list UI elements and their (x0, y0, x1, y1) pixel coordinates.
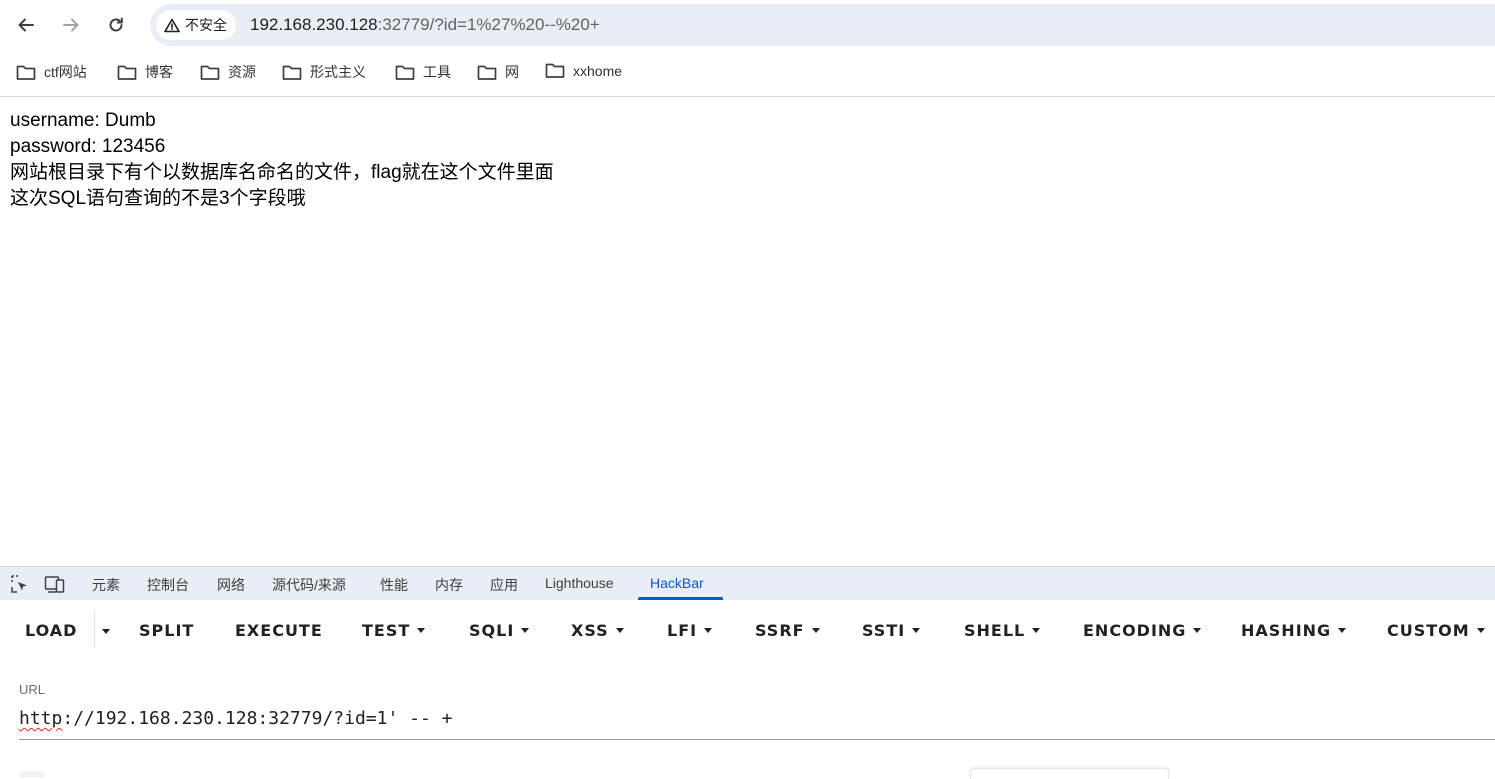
popup-edge (970, 768, 1169, 779)
back-button[interactable] (10, 9, 42, 41)
shell-label: SHELL (964, 621, 1026, 640)
url-field-label: URL (19, 682, 46, 697)
chevron-down-icon (521, 628, 530, 633)
url-host: 192.168.230.128 (250, 15, 378, 34)
page-content: username: Dumb password: 123456 网站根目录下有个… (10, 108, 554, 212)
inspect-element-icon[interactable] (10, 574, 30, 594)
tab-lighthouse[interactable]: Lighthouse (545, 575, 614, 591)
url-scheme: http (19, 708, 63, 729)
security-chip[interactable]: 不安全 (156, 10, 236, 40)
hackbar-menu: LOAD SPLIT EXECUTE TEST SQLI XSS LFI SSR… (0, 600, 1495, 660)
encoding-label: ENCODING (1083, 621, 1187, 640)
tab-memory[interactable]: 内存 (435, 575, 463, 595)
chevron-down-icon (1476, 628, 1485, 633)
test-menu[interactable]: TEST (362, 621, 426, 640)
bookmark-blog[interactable]: 博客 (117, 62, 173, 82)
chevron-down-icon (811, 628, 820, 633)
chevron-down-icon (1193, 628, 1202, 633)
bookmark-label: ctf网站 (44, 64, 87, 80)
xss-label: XSS (571, 621, 609, 640)
bookmark-formalism[interactable]: 形式主义 (282, 62, 366, 82)
bookmark-label: 工具 (423, 64, 451, 80)
url-path: :32779/?id=1%27%20--%20+ (377, 15, 600, 34)
custom-menu[interactable]: CUSTOM (1387, 621, 1485, 640)
chevron-down-icon (1338, 628, 1347, 633)
bookmark-xxhome[interactable]: xxhome (545, 62, 622, 79)
split-button[interactable]: SPLIT (139, 621, 194, 640)
split-label: SPLIT (139, 621, 195, 640)
bookmarks-bar: ctf网站 博客 资源 形式主义 工具 网 xxhome (0, 50, 1495, 97)
ssti-label: SSTI (862, 621, 906, 640)
tab-application[interactable]: 应用 (490, 575, 518, 595)
folder-icon (117, 65, 137, 80)
url-input[interactable]: http://192.168.230.128:32779/?id=1' -- + (19, 708, 1495, 740)
bookmark-ctf[interactable]: ctf网站 (16, 62, 87, 82)
security-label: 不安全 (185, 17, 227, 33)
bookmark-label: 资源 (228, 64, 256, 80)
browser-toolbar: 不安全 192.168.230.128:32779/?id=1%27%20--%… (0, 0, 1495, 50)
bookmark-net[interactable]: 网 (477, 62, 519, 82)
folder-icon (477, 65, 497, 80)
panel-edge (20, 771, 44, 777)
warning-icon (164, 18, 180, 32)
folder-icon (282, 65, 302, 80)
ssti-menu[interactable]: SSTI (862, 621, 921, 640)
ssrf-label: SSRF (755, 621, 805, 640)
address-bar[interactable]: 不安全 192.168.230.128:32779/?id=1%27%20--%… (150, 4, 1495, 46)
tab-hackbar[interactable]: HackBar (650, 575, 704, 591)
chevron-down-icon (1032, 628, 1041, 633)
execute-button[interactable]: EXECUTE (235, 621, 323, 640)
folder-icon (200, 65, 220, 80)
password-line: password: 123456 (10, 136, 166, 157)
chevron-down-icon (704, 628, 713, 633)
username-line: username: Dumb (10, 110, 156, 131)
hashing-label: HASHING (1241, 621, 1332, 640)
tab-console[interactable]: 控制台 (147, 575, 189, 595)
load-dropdown-icon[interactable] (102, 629, 110, 634)
folder-icon (545, 63, 565, 78)
tab-elements[interactable]: 元素 (92, 575, 120, 595)
load-divider (94, 610, 95, 648)
folder-icon (395, 65, 415, 80)
execute-label: EXECUTE (235, 621, 323, 640)
chevron-down-icon (912, 628, 921, 633)
forward-button[interactable] (55, 9, 87, 41)
custom-label: CUSTOM (1387, 621, 1470, 640)
load-button[interactable]: LOAD (25, 621, 77, 640)
sqli-menu[interactable]: SQLI (469, 621, 530, 640)
device-toolbar-icon[interactable] (44, 574, 66, 594)
reload-icon (109, 17, 123, 32)
bookmark-label: xxhome (573, 62, 623, 79)
hint-line: 网站根目录下有个以数据库名命名的文件，flag就在这个文件里面 (10, 162, 554, 183)
ssrf-menu[interactable]: SSRF (755, 621, 820, 640)
chevron-down-icon (615, 628, 624, 633)
tab-network[interactable]: 网络 (217, 575, 245, 595)
test-label: TEST (362, 621, 411, 640)
shell-menu[interactable]: SHELL (964, 621, 1041, 640)
encoding-menu[interactable]: ENCODING (1083, 621, 1202, 640)
hint-line: 这次SQL语句查询的不是3个字段哦 (10, 188, 306, 209)
bookmark-label: 博客 (145, 64, 173, 80)
url-value: ://192.168.230.128:32779/?id=1' -- + (62, 708, 453, 729)
xss-menu[interactable]: XSS (571, 621, 624, 640)
chevron-down-icon (417, 628, 426, 633)
hashing-menu[interactable]: HASHING (1241, 621, 1347, 640)
load-label: LOAD (25, 621, 78, 640)
arrow-left-icon (18, 18, 34, 32)
tab-performance[interactable]: 性能 (380, 575, 408, 595)
lfi-label: LFI (667, 621, 698, 640)
bookmark-label: 形式主义 (310, 64, 366, 80)
bookmark-tools[interactable]: 工具 (395, 62, 451, 82)
lfi-menu[interactable]: LFI (667, 621, 713, 640)
tab-sources[interactable]: 源代码/来源 (272, 575, 346, 595)
folder-icon (16, 65, 36, 80)
arrow-right-icon (63, 18, 79, 32)
address-text[interactable]: 192.168.230.128:32779/?id=1%27%20--%20+ (250, 15, 600, 35)
sqli-label: SQLI (469, 621, 515, 640)
reload-button[interactable] (100, 9, 132, 41)
bookmark-resources[interactable]: 资源 (200, 62, 256, 82)
devtools-tabbar: 元素 控制台 网络 源代码/来源 性能 内存 应用 Lighthouse Hac… (0, 566, 1495, 600)
bookmark-label: 网 (505, 64, 519, 80)
